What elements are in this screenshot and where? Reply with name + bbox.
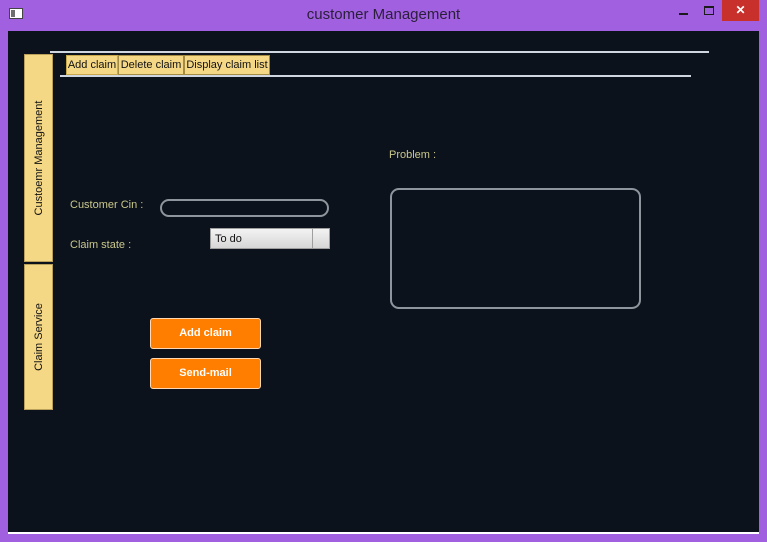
tab-strip-bottom-line	[60, 75, 691, 77]
problem-textarea[interactable]	[390, 188, 641, 309]
claim-state-label: Claim state :	[70, 239, 132, 251]
tab-add-claim[interactable]: Add claim	[66, 55, 118, 75]
tab-strip-top-line	[50, 51, 709, 53]
send-mail-button[interactable]: Send-mail	[150, 358, 261, 389]
tab-delete-claim[interactable]: Delete claim	[118, 55, 184, 75]
side-tab-claim-service[interactable]: Claim Service	[24, 264, 53, 410]
maximize-button[interactable]	[696, 0, 722, 21]
claim-state-value: To do	[215, 233, 242, 245]
title-bar: customer Management ✕	[0, 0, 767, 31]
close-button[interactable]: ✕	[722, 0, 759, 21]
customer-cin-label: Customer Cin :	[70, 199, 144, 211]
claim-state-select[interactable]: To do	[210, 228, 330, 249]
problem-label: Problem :	[389, 149, 437, 161]
main-content: Custoemr Management Claim Service Add cl…	[8, 31, 759, 534]
close-icon: ✕	[735, 3, 746, 17]
minimize-button[interactable]	[670, 0, 696, 21]
tab-display-claim-list[interactable]: Display claim list	[184, 55, 270, 75]
dropdown-arrow-icon[interactable]	[312, 229, 329, 248]
side-tab-customer-management[interactable]: Custoemr Management	[24, 54, 53, 262]
minimize-icon	[678, 12, 688, 15]
side-tab-label: Claim Service	[32, 303, 45, 371]
customer-cin-input[interactable]	[160, 199, 329, 217]
side-tab-label: Custoemr Management	[32, 100, 45, 216]
add-claim-button[interactable]: Add claim	[150, 318, 261, 349]
maximize-icon	[704, 6, 714, 16]
window-title: customer Management	[306, 6, 461, 23]
bottom-border	[8, 532, 759, 534]
